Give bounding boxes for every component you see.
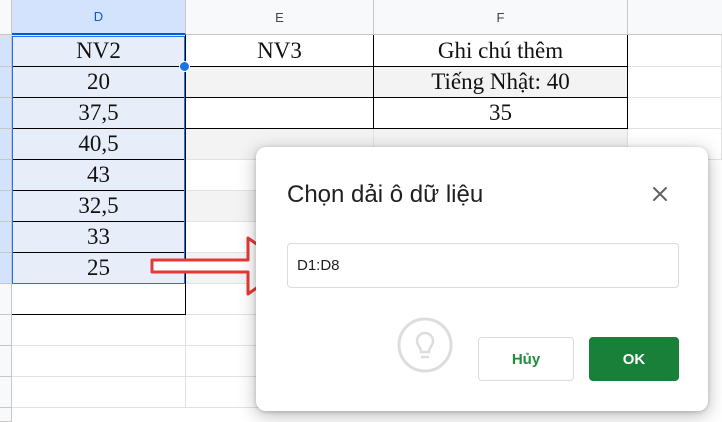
cell-d3[interactable]: 37,5 bbox=[12, 98, 186, 129]
column-header-next[interactable] bbox=[628, 0, 722, 35]
range-input[interactable]: D1:D8 bbox=[287, 243, 679, 288]
row-header-1[interactable] bbox=[0, 35, 12, 67]
row-header-3[interactable] bbox=[0, 98, 12, 129]
row-header-5[interactable] bbox=[0, 160, 12, 191]
cell-d4[interactable]: 40,5 bbox=[12, 129, 186, 160]
cell-e2[interactable] bbox=[186, 67, 374, 98]
cell-d12[interactable] bbox=[12, 377, 186, 408]
row-header-9[interactable] bbox=[0, 284, 12, 315]
row-header-8[interactable] bbox=[0, 253, 12, 284]
row-header-13[interactable] bbox=[0, 408, 12, 422]
row-header-4[interactable] bbox=[0, 129, 12, 160]
cancel-button[interactable]: Hủy bbox=[478, 337, 574, 381]
close-icon[interactable] bbox=[648, 182, 672, 206]
fill-handle[interactable] bbox=[179, 61, 190, 72]
watermark-logo bbox=[397, 317, 453, 373]
row-header-6[interactable] bbox=[0, 191, 12, 222]
cell-f3[interactable]: 35 bbox=[374, 98, 628, 129]
row-header-11[interactable] bbox=[0, 346, 12, 377]
cell-f1[interactable]: Ghi chú thêm bbox=[374, 35, 628, 67]
cell-f2[interactable]: Tiếng Nhật: 40 bbox=[374, 67, 628, 98]
cell-d1[interactable]: NV2 bbox=[12, 35, 186, 67]
row-header-2[interactable] bbox=[0, 67, 12, 98]
cell-g1[interactable] bbox=[628, 35, 722, 67]
cell-d5[interactable]: 43 bbox=[12, 160, 186, 191]
dialog-title: Chọn dải ô dữ liệu bbox=[287, 181, 484, 208]
row-header-12[interactable] bbox=[0, 377, 12, 408]
cell-e1[interactable]: NV3 bbox=[186, 35, 374, 67]
cell-d11[interactable] bbox=[12, 346, 186, 377]
row-header-7[interactable] bbox=[0, 222, 12, 253]
cell-d2[interactable]: 20 bbox=[12, 67, 186, 98]
cell-d6[interactable]: 32,5 bbox=[12, 191, 186, 222]
cell-g2[interactable] bbox=[628, 67, 722, 98]
column-header-e[interactable]: E bbox=[186, 0, 374, 35]
corner-header[interactable] bbox=[0, 0, 12, 35]
ok-button[interactable]: OK bbox=[589, 337, 679, 381]
cell-e3[interactable] bbox=[186, 98, 374, 129]
select-data-range-dialog: Chọn dải ô dữ liệu D1:D8 Hủy OK bbox=[256, 147, 708, 411]
column-header-d[interactable]: D bbox=[12, 0, 186, 35]
column-header-f[interactable]: F bbox=[374, 0, 628, 35]
cell-g3[interactable] bbox=[628, 98, 722, 129]
cell-d10[interactable] bbox=[12, 315, 186, 346]
row-header-10[interactable] bbox=[0, 315, 12, 346]
